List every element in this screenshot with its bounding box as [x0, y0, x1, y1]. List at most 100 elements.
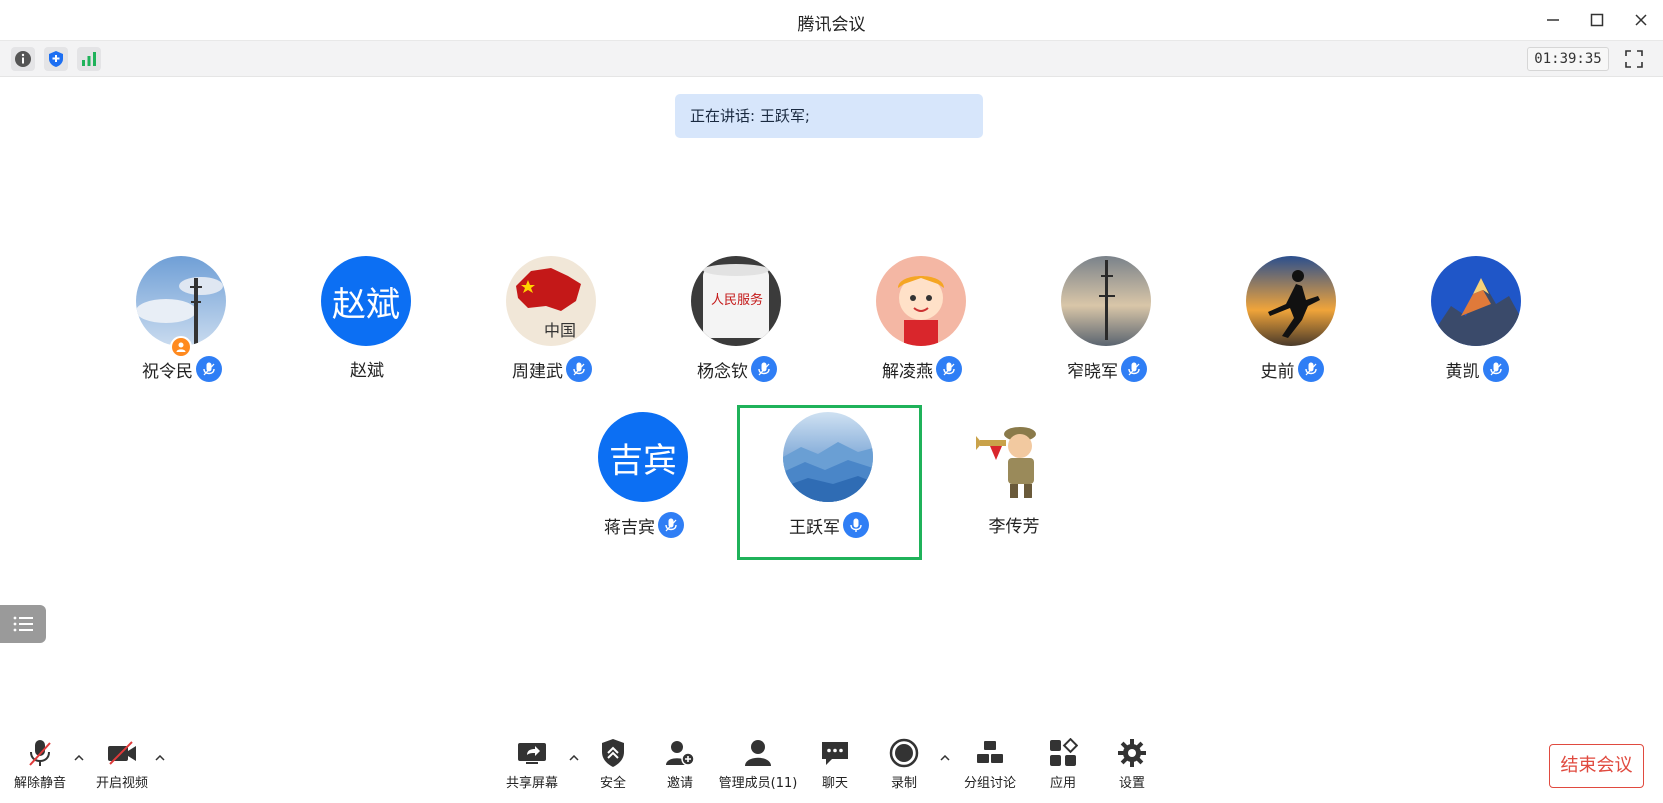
network-status-button[interactable] [77, 47, 101, 71]
manage-members-button[interactable]: 管理成员(11) [718, 735, 798, 795]
participant-tile[interactable]: 史前 [1212, 256, 1372, 386]
settings-button[interactable]: 设置 [1112, 735, 1152, 795]
microphone-icon [658, 512, 684, 538]
participant-tile[interactable]: 解凌燕 [842, 256, 1002, 386]
avatar [1246, 256, 1336, 346]
avatar: 赵斌 [321, 256, 411, 346]
participant-name: 蒋吉宾 [604, 517, 655, 538]
participant-name: 周建武 [512, 361, 563, 382]
add-user-icon [666, 741, 695, 766]
microphone-icon [751, 356, 777, 382]
minimize-button[interactable] [1531, 0, 1575, 40]
video-options-caret[interactable] [153, 753, 167, 763]
speaking-indicator: 正在讲话: 王跃军; [675, 94, 983, 138]
participant-tile[interactable]: 李传芳 [934, 412, 1094, 542]
microphone-icon [1297, 356, 1324, 382]
video-off-icon [108, 741, 136, 765]
security-label: 安全 [599, 776, 626, 791]
bottom-toolbar: 解除静音 开启视频 共享屏幕 安全 邀请 管理成员(11) 聊天 录制 分组讨论… [0, 735, 1663, 803]
participant-name: 史前 [1260, 361, 1295, 382]
user-icon [176, 342, 186, 352]
maximize-button[interactable] [1575, 0, 1619, 40]
record-label: 录制 [890, 776, 917, 791]
participant-tile[interactable]: 黄凯 [1397, 256, 1557, 386]
settings-label: 设置 [1118, 776, 1145, 791]
microphone-icon [936, 356, 962, 382]
share-screen-label: 共享屏幕 [505, 776, 558, 791]
start-video-label: 开启视频 [95, 776, 148, 791]
window-title: 腾讯会议 [797, 15, 866, 35]
avatar [783, 412, 873, 502]
participant-name: 窄晓军 [1067, 361, 1118, 382]
minimize-icon [1547, 19, 1559, 21]
security-button[interactable]: 安全 [594, 735, 632, 795]
breakout-label: 分组讨论 [963, 776, 1016, 791]
avatar [876, 256, 966, 346]
record-options-caret[interactable] [938, 753, 952, 763]
start-video-button[interactable]: 开启视频 [90, 735, 154, 795]
host-badge [170, 336, 192, 358]
apps-icon [1050, 738, 1078, 766]
end-meeting-button[interactable]: 结束会议 [1549, 744, 1644, 788]
share-screen-icon [518, 743, 546, 764]
members-icon [745, 740, 771, 766]
participant-list-toggle[interactable] [0, 605, 46, 643]
share-options-caret[interactable] [567, 753, 581, 763]
shield-icon [602, 739, 624, 767]
invite-button[interactable]: 邀请 [660, 735, 700, 795]
meeting-info-bar: 01:39:35 [0, 40, 1663, 77]
record-icon [889, 738, 919, 768]
microphone-icon [196, 356, 222, 382]
participant-tile-speaking[interactable]: 王跃军 [749, 412, 909, 542]
list-icon [13, 616, 33, 632]
svg-text:人民服务: 人民服务 [711, 292, 763, 308]
avatar [1431, 256, 1521, 346]
participant-name: 王跃军 [789, 517, 840, 538]
gear-icon [1118, 739, 1146, 767]
participant-name: 赵斌 [350, 361, 384, 381]
close-icon [1635, 14, 1647, 26]
breakout-rooms-button[interactable]: 分组讨论 [960, 735, 1020, 795]
participant-name: 李传芳 [988, 517, 1040, 537]
chat-button[interactable]: 聊天 [815, 735, 855, 795]
share-screen-button[interactable]: 共享屏幕 [503, 735, 561, 795]
apps-label: 应用 [1049, 776, 1076, 791]
participant-name: 黄凯 [1445, 361, 1480, 382]
fullscreen-icon [1625, 50, 1643, 68]
fullscreen-button[interactable] [1620, 47, 1648, 71]
microphone-muted-icon [29, 740, 51, 766]
unmute-label: 解除静音 [13, 776, 66, 791]
security-status-button[interactable] [44, 47, 68, 71]
chevron-up-icon [569, 755, 579, 761]
participant-name: 祝令民 [142, 361, 193, 382]
participant-tile[interactable]: 吉宾 蒋吉宾 [564, 412, 724, 542]
close-button[interactable] [1619, 0, 1663, 40]
meeting-info-button[interactable] [11, 47, 35, 71]
participant-tile[interactable]: 窄晓军 [1027, 256, 1187, 386]
microphone-icon [566, 356, 592, 382]
participant-tile[interactable]: 赵斌 赵斌 [287, 256, 447, 386]
microphone-icon [1121, 356, 1147, 382]
participant-tile[interactable]: 祝令民 [102, 256, 262, 386]
maximize-icon [1590, 13, 1604, 27]
chevron-up-icon [155, 755, 165, 761]
window-controls [1531, 0, 1663, 40]
chat-icon [822, 742, 848, 765]
participant-name: 解凌燕 [882, 361, 933, 382]
record-button[interactable]: 录制 [884, 735, 924, 795]
invite-label: 邀请 [666, 776, 693, 791]
signal-icon [82, 52, 96, 66]
avatar [136, 256, 226, 346]
participant-name: 杨念钦 [697, 361, 748, 382]
participant-tile[interactable]: 人民服务 杨念钦 [657, 256, 817, 386]
avatar: 人民服务 [691, 256, 781, 346]
microphone-icon [1482, 356, 1509, 382]
breakout-icon [977, 741, 1003, 763]
unmute-button[interactable]: 解除静音 [10, 735, 70, 795]
apps-button[interactable]: 应用 [1043, 735, 1083, 795]
audio-options-caret[interactable] [72, 753, 86, 763]
microphone-active-icon [843, 512, 869, 538]
participant-tile[interactable]: 中国 周建武 [472, 256, 632, 386]
manage-members-label: 管理成员(11) [718, 776, 798, 791]
info-icon [15, 51, 31, 67]
